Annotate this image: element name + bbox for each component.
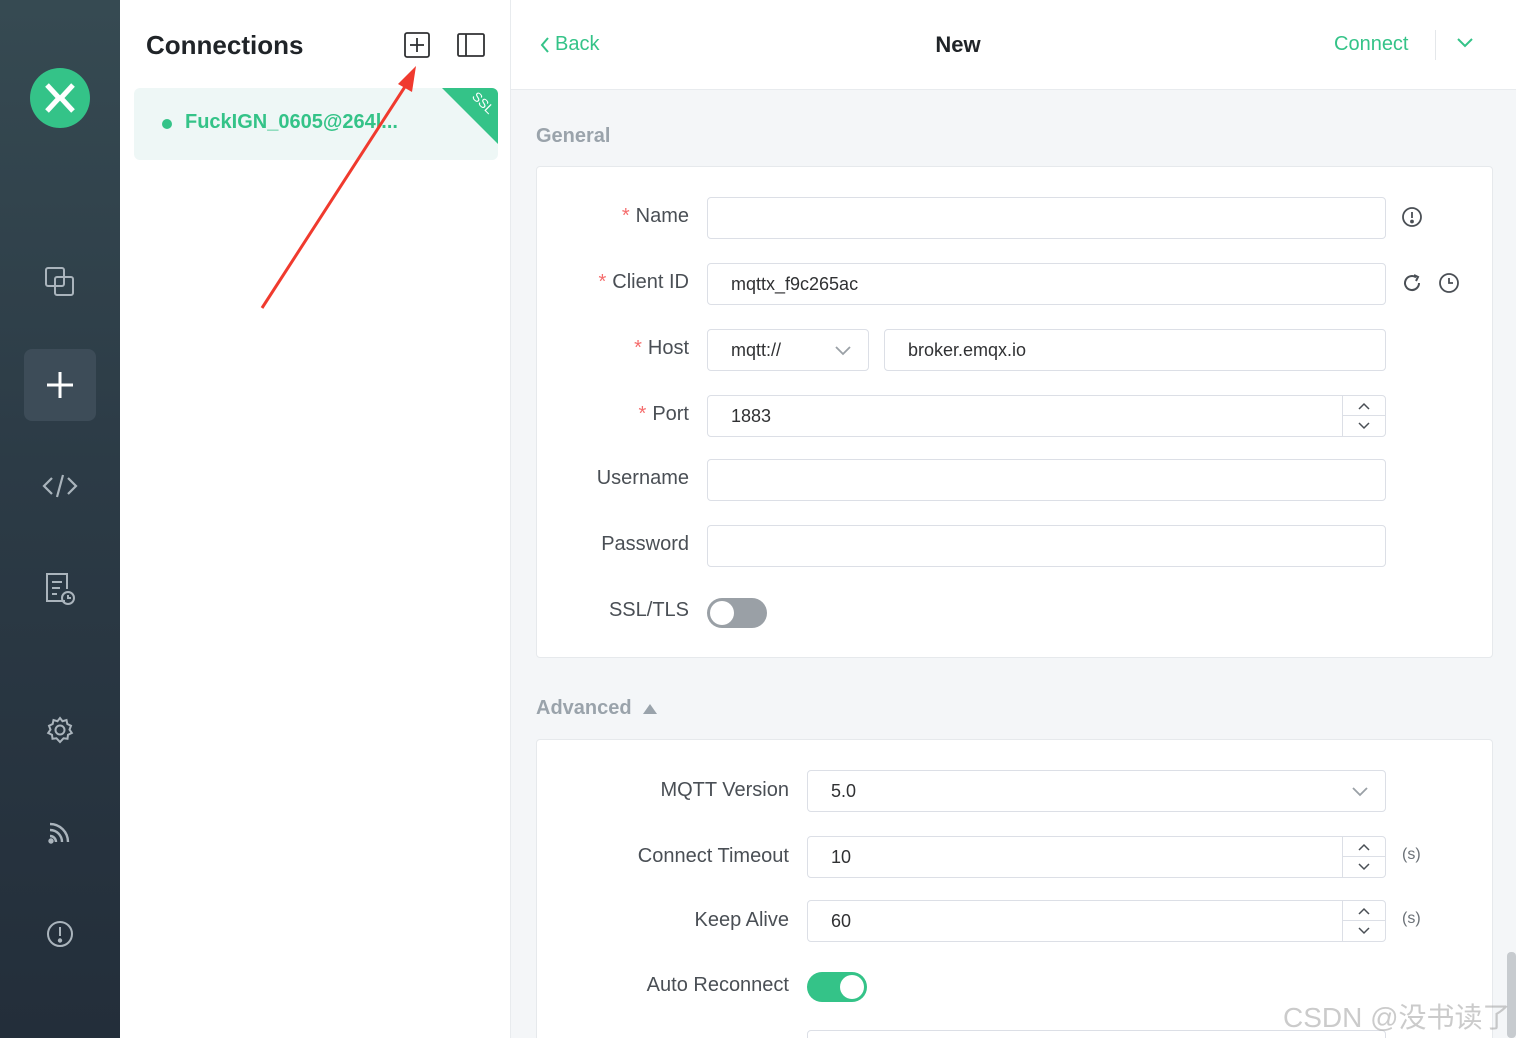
- chevron-up-icon[interactable]: [1343, 901, 1385, 921]
- connections-panel: Connections FuckIGN_0605@264l... SSL: [120, 0, 511, 1038]
- protocol-value: mqtt://: [731, 339, 782, 360]
- chevron-down-icon[interactable]: [1343, 857, 1385, 877]
- mqtt-version-label: MQTT Version: [660, 779, 789, 801]
- username-label: Username: [596, 467, 689, 489]
- about-info-icon[interactable]: [24, 898, 96, 970]
- new-connection-form-area: Back New Connect General * Name * Client I…: [511, 0, 1516, 1038]
- connection-status-dot: [162, 119, 172, 129]
- general-panel: * Name * Client ID mqttx_f9c265ac * Host mq…: [536, 166, 1493, 658]
- password-field[interactable]: [707, 525, 1386, 567]
- general-section-title: General: [536, 125, 611, 147]
- name-label: * Name: [621, 205, 689, 227]
- caret-up-icon: [642, 703, 657, 714]
- password-label: Password: [601, 533, 689, 555]
- port-value: 1883: [731, 405, 772, 426]
- watermark: CSDN @没书读了: [1283, 1002, 1511, 1033]
- name-field[interactable]: [707, 197, 1386, 239]
- ssl-badge: SSL: [442, 88, 498, 144]
- refresh-client-id-icon[interactable]: [1400, 271, 1424, 295]
- connect-timeout-label: Connect Timeout: [637, 845, 789, 867]
- keep-alive-label: Keep Alive: [694, 909, 789, 931]
- connections-icon[interactable]: [24, 246, 96, 318]
- script-code-icon[interactable]: [24, 450, 96, 522]
- settings-gear-icon[interactable]: [24, 694, 96, 766]
- connect-timeout-value: 10: [831, 846, 852, 867]
- client-id-field[interactable]: mqttx_f9c265ac: [707, 263, 1386, 305]
- advanced-section-toggle[interactable]: Advanced: [536, 697, 658, 720]
- keep-alive-value: 60: [831, 910, 852, 931]
- advanced-panel: MQTT Version 5.0 Connect Timeout 10 (s) …: [536, 739, 1493, 1038]
- connect-timeout-unit: (s): [1402, 846, 1421, 863]
- name-info-icon[interactable]: [1400, 205, 1424, 229]
- subscription-feed-icon[interactable]: [24, 796, 96, 868]
- connect-options-chevron-down-icon[interactable]: [1455, 36, 1475, 55]
- port-label: * Port: [638, 403, 689, 425]
- toggle-sidebar-icon[interactable]: [456, 30, 486, 60]
- keep-alive-stepper-buttons: [1342, 901, 1385, 941]
- keep-alive-stepper[interactable]: 60: [807, 900, 1386, 942]
- username-field[interactable]: [707, 459, 1386, 501]
- client-id-label: * Client ID: [598, 271, 690, 293]
- connect-button[interactable]: Connect: [1334, 33, 1409, 56]
- mqtt-version-value: 5.0: [831, 780, 857, 801]
- ssl-tls-label: SSL/TLS: [608, 599, 689, 621]
- auto-reconnect-label: Auto Reconnect: [646, 974, 789, 996]
- connection-item[interactable]: FuckIGN_0605@264l... SSL: [134, 88, 498, 160]
- new-connection-plus-icon[interactable]: [24, 349, 96, 421]
- port-stepper-buttons: [1342, 396, 1385, 436]
- connect-timeout-stepper-buttons: [1342, 837, 1385, 877]
- port-stepper[interactable]: 1883: [707, 395, 1386, 437]
- chevron-down-icon: [835, 346, 851, 356]
- chevron-up-icon[interactable]: [1343, 837, 1385, 857]
- advanced-section-title: Advanced: [536, 697, 632, 719]
- topbar: Back New Connect: [511, 0, 1516, 90]
- page-title: New: [935, 32, 981, 57]
- chevron-down-icon[interactable]: [1343, 416, 1385, 436]
- nav-rail: [0, 0, 120, 1038]
- new-connection-icon[interactable]: [402, 30, 432, 60]
- clock-icon[interactable]: [1437, 271, 1461, 295]
- mqtt-version-select[interactable]: 5.0: [807, 770, 1386, 812]
- log-icon[interactable]: [24, 553, 96, 625]
- keep-alive-unit: (s): [1402, 910, 1421, 927]
- divider: [1435, 30, 1436, 60]
- chevron-down-icon[interactable]: [1343, 921, 1385, 941]
- connect-timeout-stepper[interactable]: 10: [807, 836, 1386, 878]
- chevron-down-icon: [1352, 787, 1368, 797]
- protocol-select[interactable]: mqtt://: [707, 329, 869, 371]
- auto-reconnect-toggle[interactable]: [807, 972, 867, 1002]
- chevron-up-icon[interactable]: [1343, 396, 1385, 416]
- ssl-tls-toggle[interactable]: [707, 598, 767, 628]
- host-label: * Host: [634, 337, 689, 359]
- connection-name: FuckIGN_0605@264l...: [185, 111, 398, 133]
- mqttx-logo-icon[interactable]: [30, 68, 90, 128]
- connections-title: Connections: [146, 30, 304, 60]
- host-field[interactable]: broker.emqx.io: [884, 329, 1386, 371]
